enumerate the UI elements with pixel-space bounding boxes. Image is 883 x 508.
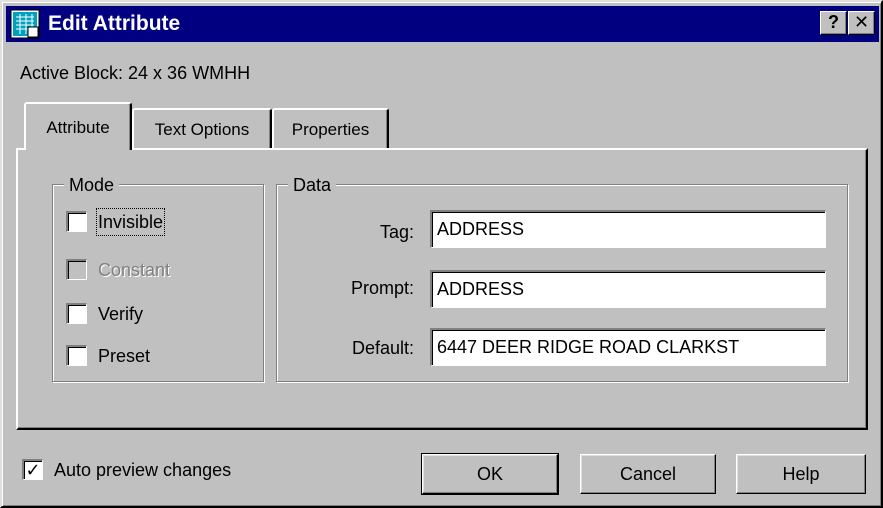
preset-checkbox[interactable] bbox=[66, 345, 87, 366]
invisible-checkbox[interactable] bbox=[66, 211, 87, 232]
auto-preview-label: Auto preview changes bbox=[54, 460, 232, 480]
tab-properties[interactable]: Properties bbox=[272, 108, 389, 150]
ok-button[interactable]: OK bbox=[421, 453, 559, 495]
help-button[interactable]: Help bbox=[736, 454, 866, 494]
edit-attribute-dialog: Edit Attribute ? ✕ Active Block: 24 x 36… bbox=[0, 0, 883, 508]
tag-field[interactable]: ADDRESS bbox=[430, 210, 826, 248]
close-button[interactable]: ✕ bbox=[848, 11, 875, 35]
tab-text-options[interactable]: Text Options bbox=[132, 108, 272, 150]
verify-label: Verify bbox=[98, 304, 144, 324]
cancel-button[interactable]: Cancel bbox=[580, 454, 716, 494]
verify-checkbox[interactable] bbox=[66, 303, 87, 324]
title-bar[interactable]: Edit Attribute ? ✕ bbox=[6, 6, 879, 42]
constant-label: Constant bbox=[98, 260, 171, 280]
window-title: Edit Attribute bbox=[48, 12, 181, 35]
mode-legend: Mode bbox=[64, 174, 120, 196]
tab-attribute[interactable]: Attribute bbox=[24, 102, 132, 150]
help-title-button[interactable]: ? bbox=[820, 11, 847, 35]
invisible-label: Invisible bbox=[95, 208, 166, 236]
default-label: Default: bbox=[351, 338, 414, 358]
auto-preview-checkbox[interactable]: ✓ bbox=[22, 459, 43, 480]
constant-checkbox bbox=[66, 259, 87, 280]
preset-label: Preset bbox=[98, 346, 151, 366]
default-field[interactable]: 6447 DEER RIDGE ROAD CLARKST bbox=[430, 328, 826, 366]
data-legend: Data bbox=[288, 174, 337, 196]
tag-label: Tag: bbox=[379, 222, 414, 242]
prompt-field[interactable]: ADDRESS bbox=[430, 270, 826, 308]
prompt-label: Prompt: bbox=[350, 278, 414, 298]
active-block-label: Active Block: 24 x 36 WMHH bbox=[20, 63, 251, 83]
app-icon bbox=[10, 9, 40, 39]
